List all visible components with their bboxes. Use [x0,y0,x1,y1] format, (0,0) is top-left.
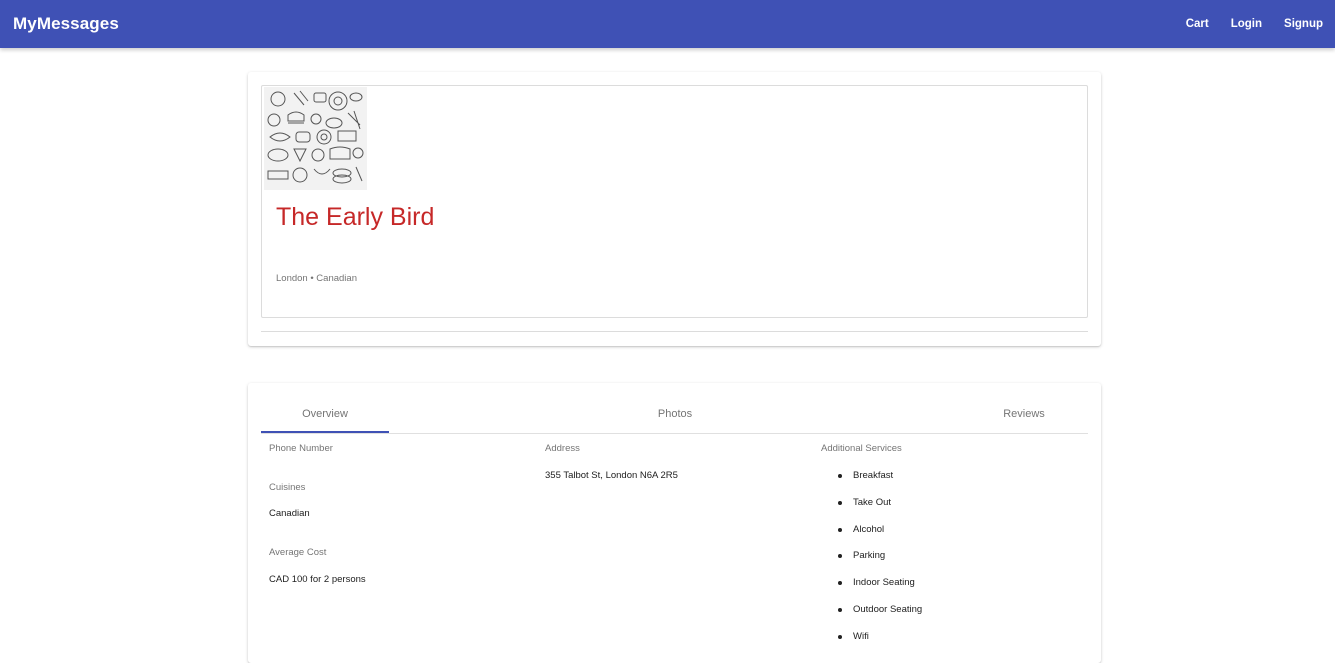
service-item: Parking [821,550,922,577]
restaurant-info-panel: The Early Bird London • Canadian [261,85,1088,318]
average-cost-label: Average Cost [269,547,327,558]
food-doodle-image [264,87,367,190]
details-tabs: Overview Photos Reviews [261,397,1088,434]
service-item: Indoor Seating [821,577,922,604]
service-item: Take Out [821,497,922,524]
service-item: Wifi [821,631,922,658]
cuisines-value: Canadian [269,508,310,519]
average-cost-value: CAD 100 for 2 persons [269,574,366,585]
nav-login-link[interactable]: Login [1220,12,1273,36]
service-item: Alcohol [821,524,922,551]
active-tab-indicator [261,431,389,433]
food-doodle-illustration [264,87,367,190]
app-brand[interactable]: MyMessages [13,14,119,34]
restaurant-details-card: Overview Photos Reviews Phone Number Cui… [248,383,1101,663]
restaurant-name: The Early Bird [276,203,435,231]
cuisines-label: Cuisines [269,482,306,493]
restaurant-header-card: The Early Bird London • Canadian [248,72,1101,346]
nav-cart-link[interactable]: Cart [1175,12,1220,36]
service-item: Breakfast [821,470,922,497]
restaurant-location-cuisine: London • Canadian [276,273,357,284]
address-label: Address [545,443,580,454]
service-item: Outdoor Seating [821,604,922,631]
additional-services-label: Additional Services [821,443,902,454]
tab-overview[interactable]: Overview [261,397,389,433]
tab-reviews[interactable]: Reviews [960,397,1088,433]
tab-photos[interactable]: Photos [611,397,739,433]
app-bar: MyMessages Cart Login Signup [0,0,1335,48]
card-divider [261,331,1088,332]
top-nav: Cart Login Signup [1175,12,1323,36]
phone-label: Phone Number [269,443,333,454]
address-value: 355 Talbot St, London N6A 2R5 [545,470,678,481]
nav-signup-link[interactable]: Signup [1273,12,1323,36]
services-list: Breakfast Take Out Alcohol Parking Indoo… [821,470,922,658]
